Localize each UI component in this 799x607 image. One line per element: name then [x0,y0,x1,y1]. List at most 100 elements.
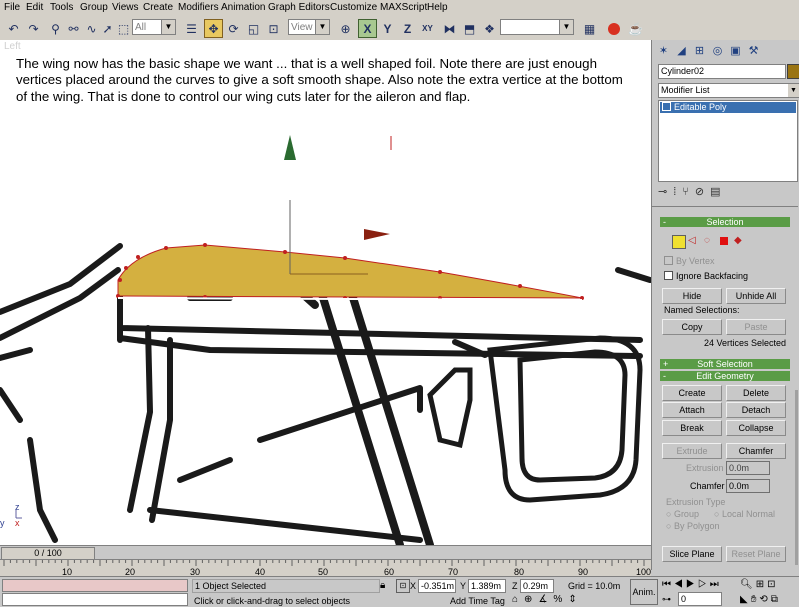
spinner-snap-icon[interactable]: ⇕ [568,594,582,605]
zoom-extents-icon[interactable]: ⊡ [767,579,778,590]
animate-button[interactable]: Anim. [630,579,658,605]
track-bar[interactable]: 10 20 30 40 50 60 70 80 90 100 [0,559,651,577]
menu-help[interactable]: Help [427,2,448,14]
zoom-all-icon[interactable]: ⊞ [756,579,767,590]
soft-selection-rollout-header[interactable]: + Soft Selection [660,359,790,369]
z-coordinate-field[interactable]: 0.29m [520,579,554,593]
viewport-left[interactable]: Left The wing now has the basic shape we… [0,40,651,545]
selection-rollout-header[interactable]: - Selection [660,217,790,227]
viewport-label[interactable]: Left [4,41,21,52]
group-radio[interactable]: ○ Group [666,509,699,520]
track-view-icon[interactable]: ▦ [580,19,599,38]
paste-button[interactable]: Paste [726,319,786,335]
unhide-all-button[interactable]: Unhide All [726,288,786,304]
ignore-backfacing-checkbox[interactable]: Ignore Backfacing [664,271,748,282]
by-polygon-radio[interactable]: ○ By Polygon [666,521,719,532]
slice-plane-button[interactable]: Slice Plane [662,546,722,562]
menu-group[interactable]: Group [80,2,108,14]
x-constraint-icon[interactable]: X [358,19,377,38]
reference-coordinate-icon[interactable]: ⊡ [264,19,283,38]
selection-filter-dropdown[interactable]: All ▼ [132,19,176,35]
expand-icon[interactable] [662,102,671,111]
menu-modifiers[interactable]: Modifiers [178,2,219,14]
angle-snap-icon[interactable]: ∡ [538,594,553,605]
attach-button[interactable]: Attach [662,402,722,418]
menu-create[interactable]: Create [143,2,173,14]
percent-snap-icon[interactable]: % [553,594,568,605]
hide-button[interactable]: Hide [662,288,722,304]
chamfer-button[interactable]: Chamfer [726,443,786,459]
collapse-button[interactable]: Collapse [726,420,786,436]
configure-sets-icon[interactable]: ▤ [710,186,726,198]
maximize-viewport-icon[interactable]: ⧉ [771,594,781,605]
select-scale-icon[interactable]: ◱ [244,19,263,38]
menu-customize[interactable]: Customize [330,2,377,14]
link-icon[interactable]: ⚲ [46,19,65,38]
x-coordinate-field[interactable]: -0.351m [418,579,456,593]
menu-animation[interactable]: Animation [221,2,265,14]
extrude-button[interactable]: Extrude [662,443,722,459]
polygon-mode-icon[interactable] [720,237,728,245]
edge-mode-icon[interactable]: ◁ [688,235,696,246]
element-mode-icon[interactable]: ◆ [734,235,742,246]
utilities-tab-icon[interactable]: ⚒ [746,43,761,58]
maxscript-mini-field[interactable] [2,593,188,606]
select-by-name-icon[interactable]: ☰ [182,19,201,38]
previous-frame-icon[interactable]: ◀ [674,579,686,590]
current-frame-field[interactable]: 0 [678,592,722,606]
reset-plane-button[interactable]: Reset Plane [726,546,786,562]
vertex-mode-icon[interactable] [672,235,686,249]
menu-graph-editors[interactable]: Graph Editors [268,2,330,14]
create-button[interactable]: Create [662,385,722,401]
menu-file[interactable]: File [4,2,20,14]
modifier-list-dropdown[interactable]: Modifier List ▼ [658,83,799,98]
mirror-icon[interactable]: ⧓ [440,19,459,38]
remove-modifier-icon[interactable]: ⊘ [695,186,710,198]
reference-coordinate-dropdown[interactable]: View ▼ [288,19,330,35]
go-to-end-icon[interactable]: ⏭ [710,579,722,590]
material-editor-icon[interactable] [604,19,623,38]
y-constraint-icon[interactable]: Y [378,19,397,38]
add-time-tag-button[interactable]: Add Time Tag [450,596,505,607]
named-selection-dropdown[interactable]: ▼ [500,19,574,35]
rect-select-icon[interactable]: ⬚ [114,19,133,38]
y-coordinate-field[interactable]: 1.389m [468,579,506,593]
menu-edit[interactable]: Edit [26,2,43,14]
menu-views[interactable]: Views [112,2,139,14]
local-normal-radio[interactable]: ○ Local Normal [714,509,775,520]
detach-button[interactable]: Detach [726,402,786,418]
menu-maxscript[interactable]: MAXScript [380,2,427,14]
z-constraint-icon[interactable]: Z [398,19,417,38]
play-icon[interactable]: ▶ [686,579,698,590]
field-of-view-icon[interactable]: ◣ [740,594,751,605]
panel-scrollbar[interactable] [795,390,798,565]
create-tab-icon[interactable]: ✶ [656,43,671,58]
modify-tab-icon[interactable]: ◢ [674,43,689,58]
object-color-swatch[interactable] [787,64,799,79]
xy-constraint-icon[interactable]: XY [418,19,437,38]
snap-toggle-icon[interactable]: ⊕ [524,594,538,605]
arc-rotate-icon[interactable]: ⟲ [759,594,770,605]
unlink-icon[interactable]: ⚯ [64,19,83,38]
stack-item-editable-poly[interactable]: Editable Poly [660,102,796,113]
lock-selection-icon[interactable]: 🔒︎ [380,580,385,591]
by-vertex-checkbox[interactable]: By Vertex [664,256,715,267]
hierarchy-tab-icon[interactable]: ⊞ [692,43,707,58]
go-to-start-icon[interactable]: ⏮ [662,579,674,590]
render-icon[interactable]: ☕ [626,19,645,38]
copy-button[interactable]: Copy [662,319,722,335]
align-icon[interactable]: ⬒ [460,19,479,38]
extrusion-spinner[interactable]: 0.0m [726,461,770,475]
redo-icon[interactable]: ↷ [24,19,43,38]
object-name-field[interactable]: Cylinder02 [658,64,786,79]
degradation-override-icon[interactable]: ⌂ [512,594,524,605]
break-button[interactable]: Break [662,420,722,436]
absolute-mode-icon[interactable]: ⊡ [396,579,410,593]
modifier-stack[interactable]: Editable Poly [658,100,798,182]
next-frame-icon[interactable]: ▷ [698,579,710,590]
border-mode-icon[interactable]: ◌ [704,235,710,246]
array-icon[interactable]: ❖ [480,19,499,38]
pivot-center-icon[interactable]: ⊕ [336,19,355,38]
select-rotate-icon[interactable]: ⟳ [224,19,243,38]
undo-icon[interactable]: ↶ [4,19,23,38]
